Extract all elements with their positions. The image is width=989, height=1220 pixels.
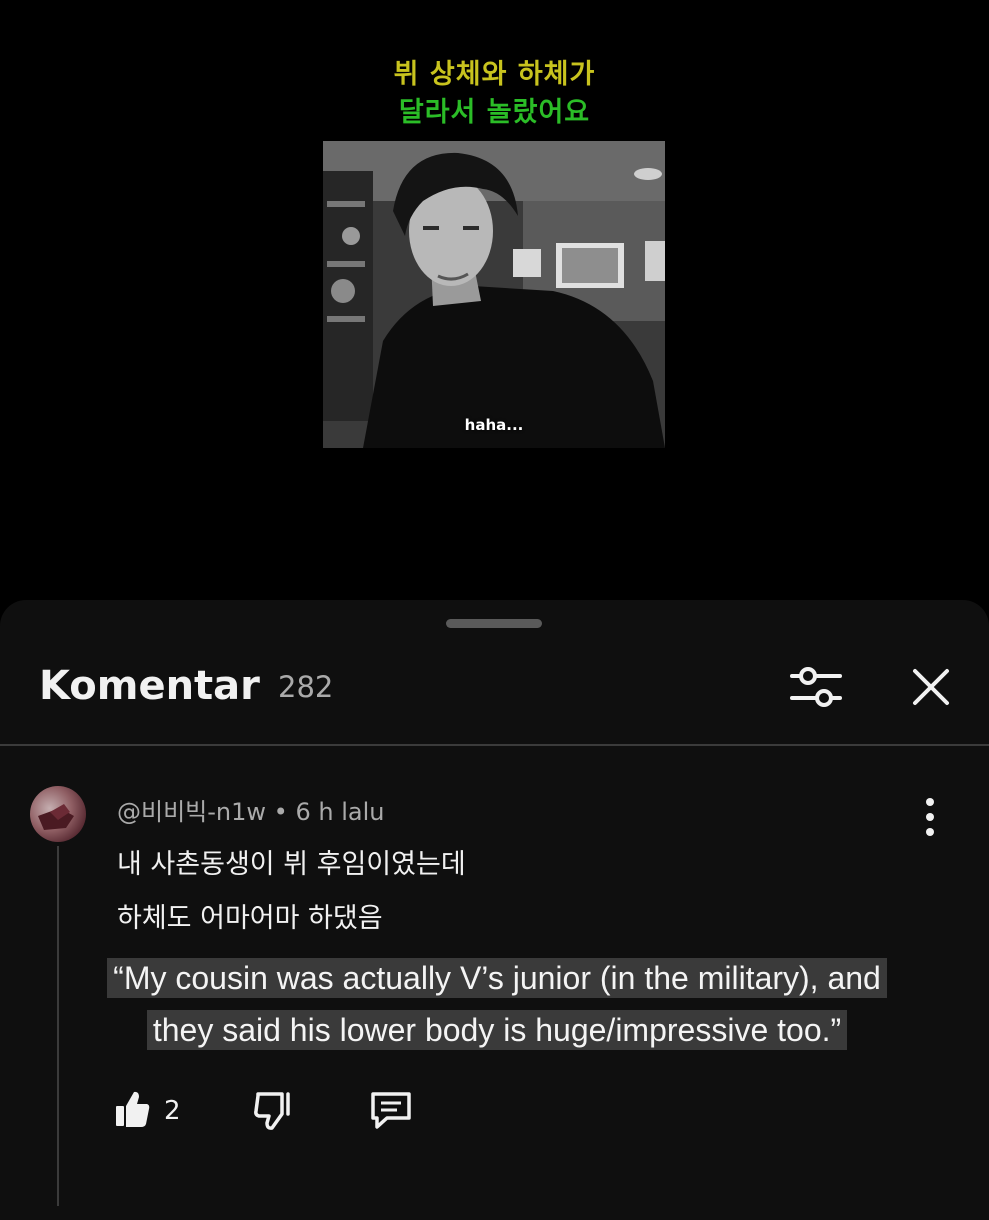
sort-filter-button[interactable] xyxy=(788,662,844,712)
comment-text-line-1: 내 사촌동생이 뷔 후임이였는데 xyxy=(117,849,466,880)
comments-sheet: Komentar 282 @비비빅-n1w • 6 h lalu 내 사촌동생이… xyxy=(0,600,989,1220)
video-player[interactable]: 뷔 상체와 하체가 달라서 놀랐어요 haha... xyxy=(0,0,989,600)
reply-icon xyxy=(371,1092,411,1129)
like-button[interactable]: 2 xyxy=(112,1088,192,1132)
video-caption-line-2: 달라서 놀랐어요 xyxy=(398,97,591,128)
drag-handle[interactable] xyxy=(446,619,542,628)
avatar-image xyxy=(38,804,74,830)
sliders-icon xyxy=(790,667,842,707)
translation-overlay: “My cousin was actually V’s junior (in t… xyxy=(82,952,912,1056)
comment-menu-button[interactable] xyxy=(910,792,950,842)
thread-line xyxy=(57,846,59,1206)
avatar[interactable] xyxy=(30,786,86,842)
video-frame-image xyxy=(323,141,665,448)
comments-title: Komentar xyxy=(39,663,260,709)
translation-text: “My cousin was actually V’s junior (in t… xyxy=(107,958,887,1050)
close-icon xyxy=(913,669,949,705)
comment-author[interactable]: @비비빅-n1w xyxy=(117,798,266,826)
comment-text-line-2: 하체도 어마어마 하댔음 xyxy=(117,903,383,934)
meta-separator: • xyxy=(273,798,288,826)
close-button[interactable] xyxy=(906,662,956,712)
dislike-button[interactable] xyxy=(248,1088,296,1132)
comment-meta: @비비빅-n1w • 6 h lalu xyxy=(117,792,384,827)
video-caption-line-1: 뷔 상체와 하체가 xyxy=(393,59,596,90)
like-count: 2 xyxy=(164,1096,181,1126)
more-vert-icon xyxy=(926,798,934,836)
video-frame: haha... xyxy=(323,141,665,448)
dislike-icon xyxy=(254,1092,290,1130)
like-icon xyxy=(116,1091,150,1127)
reply-button[interactable] xyxy=(367,1088,415,1132)
comments-count: 282 xyxy=(278,670,334,704)
header-divider xyxy=(0,744,989,746)
comment-time: 6 h lalu xyxy=(295,798,385,826)
video-subtitle: haha... xyxy=(464,416,524,434)
